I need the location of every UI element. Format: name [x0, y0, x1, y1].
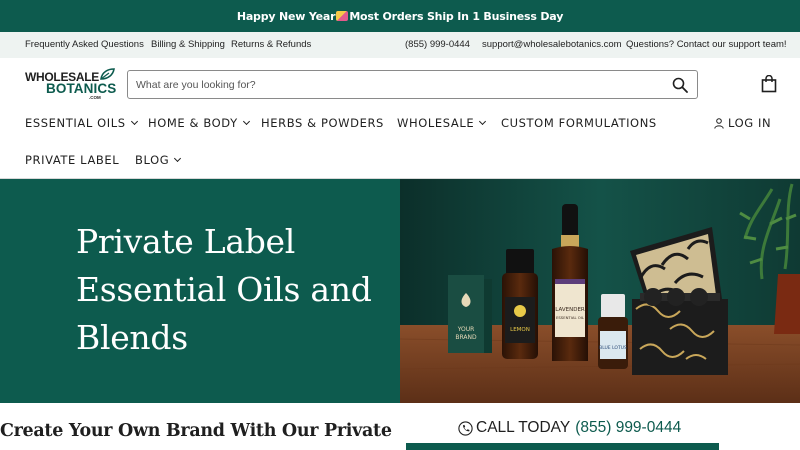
product-photo: YOUR BRAND LEMON LAVENDER ESSENTIAL OIL … — [400, 179, 800, 403]
nav-wholesale[interactable]: WHOLESALE — [397, 116, 487, 130]
site-logo[interactable]: WHOLESALE BOTANICS .COM — [25, 68, 117, 100]
gift-box — [630, 227, 728, 375]
call-today-label: CALL TODAY — [476, 419, 571, 436]
nav-custom-formulations[interactable]: CUSTOM FORMULATIONS — [501, 116, 657, 130]
nav-home-body-label: HOME & BODY — [148, 116, 238, 130]
logo-line-3: .COM — [89, 95, 101, 100]
utility-bar: Frequently Asked Questions Billing & Shi… — [0, 32, 800, 58]
chevron-down-icon — [242, 117, 250, 126]
faq-link[interactable]: Frequently Asked Questions — [25, 39, 144, 50]
contact-support-link[interactable]: Questions? Contact our support team! — [626, 39, 787, 50]
your-brand-text-2: BRAND — [455, 334, 477, 341]
your-brand-text-1: YOUR — [457, 326, 475, 333]
nav-home-body[interactable]: HOME & BODY — [148, 116, 250, 130]
section-heading: Create Your Own Brand With Our Private — [0, 421, 392, 441]
lavender-label-1: LAVENDER — [555, 307, 585, 313]
blue-lotus-bottle: BLUE LOTUS — [598, 294, 628, 369]
your-brand-box: YOUR BRAND — [448, 275, 492, 353]
lemon-label: LEMON — [510, 327, 530, 333]
cta-button[interactable] — [406, 443, 719, 450]
call-number-link[interactable]: (855) 999-0444 — [575, 419, 681, 437]
nav-essential-oils-label: ESSENTIAL OILS — [25, 116, 126, 130]
party-popper-icon — [336, 11, 349, 21]
announcement-bar: Happy New Year Most Orders Ship In 1 Bus… — [0, 0, 800, 32]
nav-blog-label: BLOG — [135, 153, 170, 167]
nav-essential-oils[interactable]: ESSENTIAL OILS — [25, 116, 138, 130]
blue-lotus-label: BLUE LOTUS — [599, 345, 627, 351]
returns-refunds-link[interactable]: Returns & Refunds — [231, 39, 311, 50]
logo-line-2: BOTANICS — [46, 81, 117, 96]
nav-blog[interactable]: BLOG — [135, 153, 182, 167]
hero-image: YOUR BRAND LEMON LAVENDER ESSENTIAL OIL … — [400, 179, 800, 403]
chevron-down-icon — [479, 117, 487, 126]
chevron-down-icon — [174, 154, 182, 163]
call-today: CALL TODAY (855) 999-0444 — [458, 419, 681, 437]
leaf-logo-icon — [100, 68, 115, 80]
search-icon[interactable] — [672, 77, 688, 93]
search-input[interactable] — [136, 76, 656, 94]
nav-wholesale-label: WHOLESALE — [397, 116, 475, 130]
search-box — [127, 70, 698, 99]
chevron-down-icon — [130, 117, 138, 126]
billing-shipping-link[interactable]: Billing & Shipping — [151, 39, 225, 50]
login-label: LOG IN — [728, 116, 772, 130]
announcement-text-end: Most Orders Ship In 1 Business Day — [349, 9, 564, 23]
email-link[interactable]: support@wholesalebotanics.com — [482, 39, 622, 50]
login-link[interactable]: LOG IN — [714, 116, 771, 130]
user-icon — [714, 117, 724, 129]
nav-private-label[interactable]: PRIVATE LABEL — [25, 153, 119, 167]
lemon-bottle: LEMON — [502, 249, 538, 359]
nav-herbs-powders[interactable]: HERBS & POWDERS — [261, 116, 384, 130]
lavender-label-2: ESSENTIAL OIL — [556, 315, 585, 320]
phone-icon — [458, 420, 473, 436]
phone-link[interactable]: (855) 999-0444 — [405, 39, 470, 50]
shopping-bag-icon[interactable] — [761, 75, 777, 93]
hero-title: Private Label Essential Oils and Blends — [76, 222, 372, 357]
announcement-text-start: Happy New Year — [236, 9, 336, 23]
